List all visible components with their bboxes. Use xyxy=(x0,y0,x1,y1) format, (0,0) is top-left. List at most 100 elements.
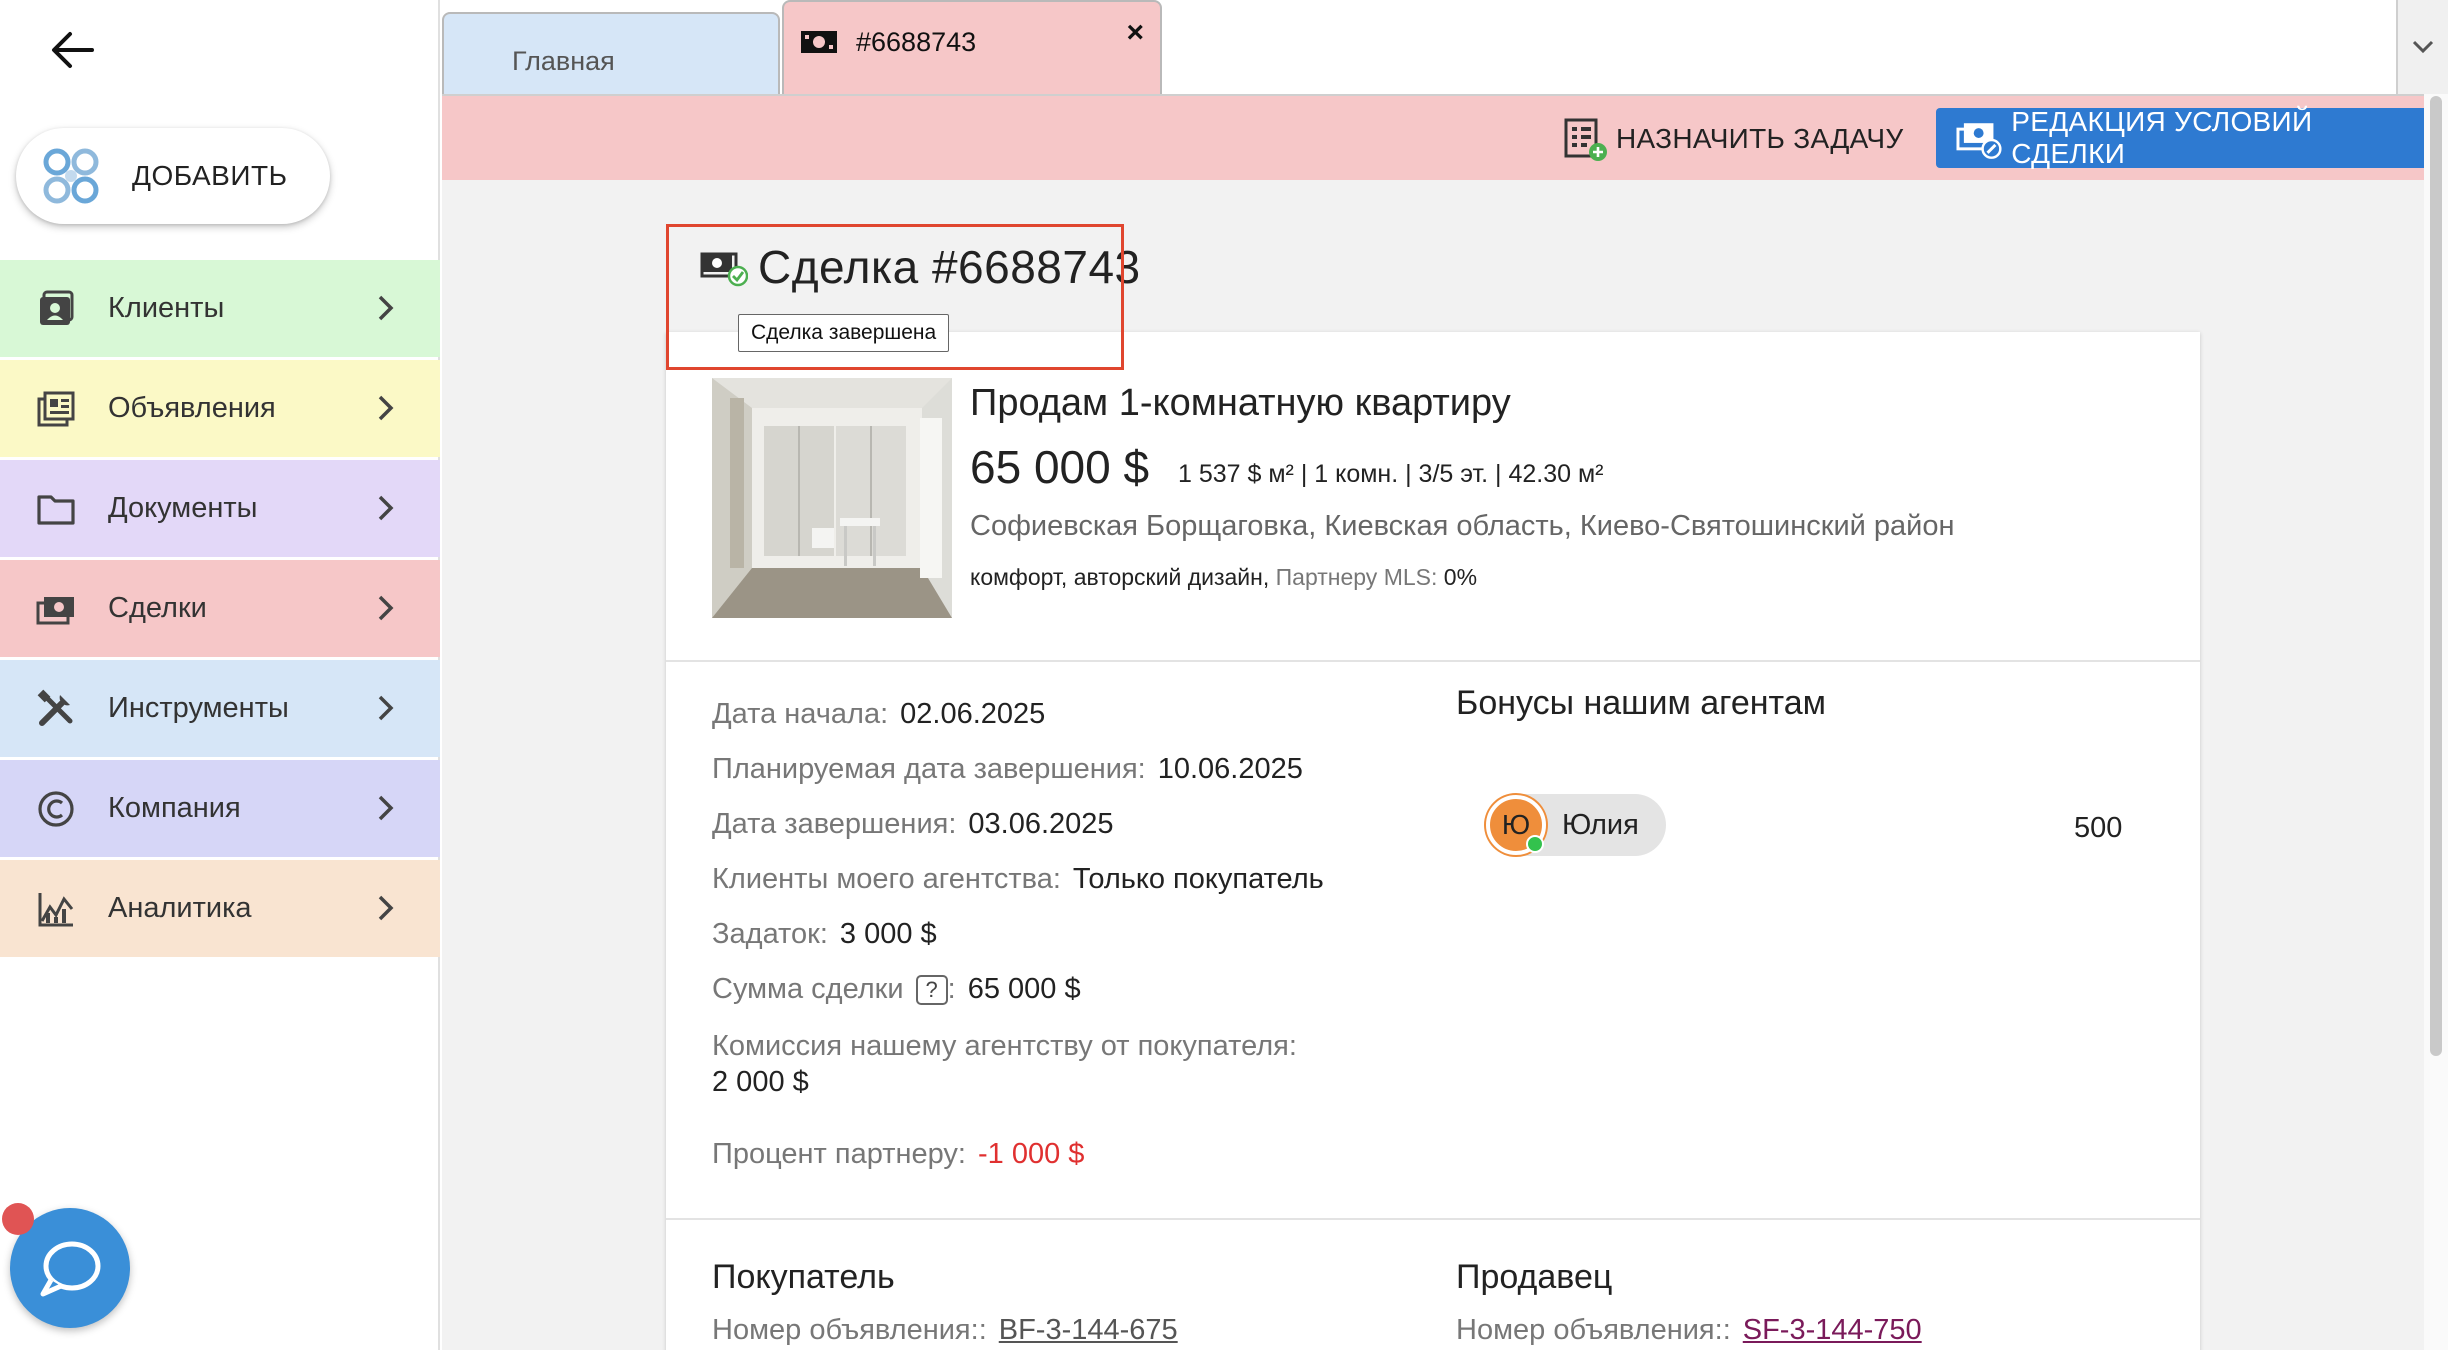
main-content: Продам 1-комнатную квартиру 65 000 $ 1 5… xyxy=(442,180,2424,1350)
buyer-listing-row: Номер объявления:: BF-3-144-675 xyxy=(712,1314,1178,1347)
deal-cash-icon xyxy=(801,31,837,53)
chevron-right-icon xyxy=(378,395,394,421)
arrow-left-icon xyxy=(52,32,94,68)
commission-row: Комиссия нашему агентству от покупателя:… xyxy=(712,1028,1297,1100)
tools-icon xyxy=(34,687,78,731)
tab-deal-label: #6688743 xyxy=(856,26,977,57)
tab-deal[interactable]: #6688743 × xyxy=(782,0,1162,94)
chevron-down-icon xyxy=(2412,40,2434,54)
buyer-listing-link[interactable]: BF-3-144-675 xyxy=(999,1314,1178,1346)
avatar-initial: Ю xyxy=(1501,809,1531,840)
listing-address: Софиевская Борщаговка, Киевская область,… xyxy=(970,510,1955,542)
chevron-right-icon xyxy=(378,795,394,821)
edit-deal-terms-button[interactable]: РЕДАКЦИЯ УСЛОВИЙ СДЕЛКИ xyxy=(1936,106,2428,169)
chevron-right-icon xyxy=(378,895,394,921)
buyer-listing-label: Номер объявления:: xyxy=(712,1314,987,1346)
start-date-row: Дата начала: 02.06.2025 xyxy=(712,698,1045,731)
agent-chip[interactable]: Ю Юлия xyxy=(1486,794,1666,856)
deal-status-tooltip: Сделка завершена xyxy=(738,314,950,352)
sidebar-item-label: Документы xyxy=(108,492,258,524)
listing-price: 65 000 $ xyxy=(970,441,1150,493)
agency-clients-value: Только покупатель xyxy=(1072,863,1324,895)
folder-icon xyxy=(34,487,78,531)
deal-details: Дата начала: 02.06.2025 Планируемая дата … xyxy=(666,662,2200,1220)
sidebar-item-label: Компания xyxy=(108,792,241,824)
online-status-dot xyxy=(1526,835,1544,853)
partner-percent-row: Процент партнеру: -1 000 $ xyxy=(712,1138,1084,1171)
edit-deal-icon xyxy=(1956,123,2002,159)
partner-percent-label: Процент партнеру: xyxy=(712,1138,966,1170)
tab-bar: Главная #6688743 × xyxy=(442,0,2448,94)
deal-card: Продам 1-комнатную квартиру 65 000 $ 1 5… xyxy=(666,332,2200,1350)
apartment-photo-icon xyxy=(712,378,952,618)
deal-sum-row: Сумма сделки ?:65 000 $ xyxy=(712,973,1081,1006)
agent-name: Юлия xyxy=(1562,808,1639,841)
bonus-amount: 500 xyxy=(2074,812,2123,844)
sidebar-item-listings[interactable]: Объявления xyxy=(0,360,440,457)
sidebar-item-documents[interactable]: Документы xyxy=(0,460,440,557)
sidebar-item-deals[interactable]: Сделки xyxy=(0,560,440,657)
listing-meta: 1 537 $ м² | 1 комн. | 3/5 эт. | 42.30 м… xyxy=(1178,460,1604,488)
sidebar-item-clients[interactable]: Клиенты xyxy=(0,260,440,357)
tabs-dropdown-button[interactable] xyxy=(2396,0,2448,94)
assign-task-button[interactable]: НАЗНАЧИТЬ ЗАДАЧУ xyxy=(1562,112,1903,166)
chevron-right-icon xyxy=(378,695,394,721)
end-date-row: Дата завершения: 03.06.2025 xyxy=(712,808,1114,841)
sidebar-nav: Клиенты Объявления Документы Сделки Инст… xyxy=(0,260,440,960)
tab-home-label: Главная xyxy=(512,45,615,76)
deal-sum-value: 65 000 $ xyxy=(967,973,1081,1005)
sidebar-item-label: Объявления xyxy=(108,392,276,424)
commission-label: Комиссия нашему агентству от покупателя: xyxy=(712,1030,1297,1062)
deal-sum-colon: : xyxy=(947,973,956,1005)
partner-percent-value: -1 000 $ xyxy=(977,1138,1085,1170)
add-button[interactable]: ДОБАВИТЬ xyxy=(16,128,330,224)
sidebar-item-company[interactable]: Компания xyxy=(0,760,440,857)
partner-mls-label: Партнеру MLS: xyxy=(1275,564,1438,590)
chevron-right-icon xyxy=(378,495,394,521)
planned-date-label: Планируемая дата завершения: xyxy=(712,753,1146,785)
bonuses-title: Бонусы нашим агентам xyxy=(1456,684,1826,722)
chat-bubble-icon xyxy=(40,1241,101,1297)
start-date-value: 02.06.2025 xyxy=(900,698,1046,730)
planned-date-value: 10.06.2025 xyxy=(1157,753,1303,785)
chat-notification-dot xyxy=(2,1203,34,1235)
commission-value: 2 000 $ xyxy=(712,1066,809,1098)
analytics-icon xyxy=(34,887,78,931)
help-icon[interactable]: ? xyxy=(915,975,948,1006)
assign-task-icon xyxy=(1564,118,1607,161)
listing-photo[interactable] xyxy=(712,378,952,618)
seller-listing-row: Номер объявления:: SF-3-144-750 xyxy=(1456,1314,1922,1347)
chevron-right-icon xyxy=(378,295,394,321)
edit-deal-terms-label: РЕДАКЦИЯ УСЛОВИЙ СДЕЛКИ xyxy=(2011,106,2313,169)
copyright-icon xyxy=(34,787,78,831)
close-tab-icon[interactable]: × xyxy=(1126,16,1144,50)
sidebar-item-label: Клиенты xyxy=(108,292,225,324)
planned-date-row: Планируемая дата завершения: 10.06.2025 xyxy=(712,753,1303,786)
sidebar-item-label: Сделки xyxy=(108,592,207,624)
seller-listing-label: Номер объявления:: xyxy=(1456,1314,1731,1346)
scrollbar-thumb[interactable] xyxy=(2430,96,2442,1056)
seller-title: Продавец xyxy=(1456,1258,1613,1296)
add-logo-icon xyxy=(43,148,99,204)
tab-home[interactable]: Главная xyxy=(442,12,780,94)
deal-sum-label: Сумма сделки xyxy=(712,973,904,1005)
buyer-title: Покупатель xyxy=(712,1258,895,1296)
sidebar-item-label: Аналитика xyxy=(108,892,252,924)
listing-title[interactable]: Продам 1-комнатную квартиру xyxy=(970,382,1511,425)
action-bar: НАЗНАЧИТЬ ЗАДАЧУ РЕДАКЦИЯ УСЛОВИЙ СДЕЛКИ xyxy=(442,94,2448,180)
start-date-label: Дата начала: xyxy=(712,698,889,730)
partner-mls-value: 0% xyxy=(1443,564,1478,590)
end-date-label: Дата завершения: xyxy=(712,808,957,840)
deals-icon xyxy=(34,587,78,631)
deposit-row: Задаток: 3 000 $ xyxy=(712,918,937,951)
agency-clients-label: Клиенты моего агентства: xyxy=(712,863,1061,895)
sidebar-item-analytics[interactable]: Аналитика xyxy=(0,860,440,957)
sidebar-item-tools[interactable]: Инструменты xyxy=(0,660,440,757)
sidebar: ДОБАВИТЬ Клиенты Объявления Документы Сд… xyxy=(0,0,440,1350)
back-button[interactable] xyxy=(44,22,100,78)
listing-summary[interactable]: Продам 1-комнатную квартиру 65 000 $ 1 5… xyxy=(666,332,2200,662)
add-button-label: ДОБАВИТЬ xyxy=(132,160,288,191)
sidebar-item-label: Инструменты xyxy=(108,692,289,724)
seller-listing-link[interactable]: SF-3-144-750 xyxy=(1743,1314,1922,1346)
listings-icon xyxy=(34,387,78,431)
